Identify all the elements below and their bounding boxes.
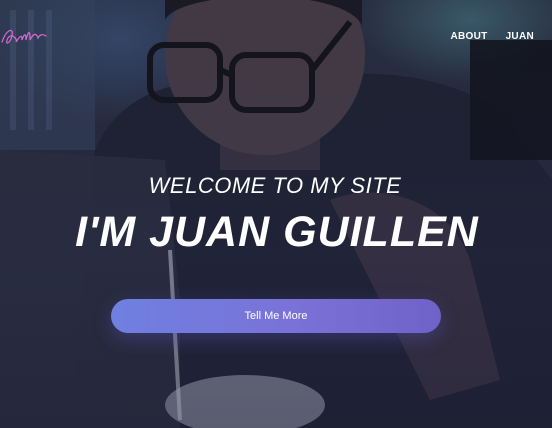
nav-about-link[interactable]: ABOUT (451, 31, 488, 42)
nav-juan-link[interactable]: JUAN (506, 31, 534, 42)
welcome-heading: WELCOME TO MY SITE (148, 173, 402, 198)
tell-me-more-button[interactable]: Tell Me More (111, 299, 441, 333)
name-heading: I'M JUAN GUILLEN (75, 208, 479, 256)
hero-section: ABOUT JUAN WELCOME TO MY SITE I'M JUAN G… (0, 0, 552, 428)
signature-logo-icon[interactable] (0, 22, 48, 50)
top-nav: ABOUT JUAN (451, 31, 535, 42)
